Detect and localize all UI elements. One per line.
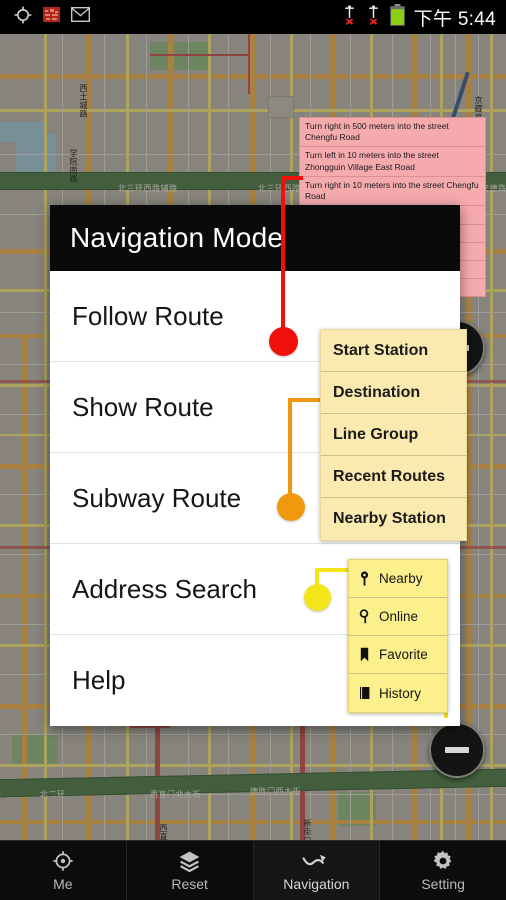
tab-setting[interactable]: Setting bbox=[380, 841, 506, 900]
tab-label: Navigation bbox=[283, 875, 350, 892]
crosshair-icon bbox=[52, 850, 74, 872]
gear-icon bbox=[432, 850, 454, 872]
tab-label: Reset bbox=[171, 875, 208, 892]
address-submenu-label: Favorite bbox=[379, 647, 428, 662]
tab-navigation[interactable]: Navigation bbox=[253, 841, 381, 900]
phone-screen: 西土城路学院南路北三环西路辅路北三环西路蓟门桥小西天京藏高速安德路德胜门外大街新… bbox=[0, 0, 506, 900]
minus-icon bbox=[445, 747, 469, 753]
address-submenu-item[interactable]: Favorite bbox=[349, 636, 447, 674]
subway-submenu-label: Line Group bbox=[333, 425, 419, 443]
subway-submenu-label: Nearby Station bbox=[333, 510, 446, 527]
address-search-submenu: Nearby Online Favorite History bbox=[348, 559, 448, 713]
dialog-option-label: Show Route bbox=[72, 391, 214, 422]
subway-submenu-label: Start Station bbox=[333, 341, 429, 359]
route-arrow-icon bbox=[302, 850, 330, 872]
dot-follow-route[interactable] bbox=[269, 327, 298, 356]
dialog-option-label: Subway Route bbox=[72, 482, 242, 513]
book-icon bbox=[358, 686, 371, 700]
subway-submenu-item[interactable]: Recent Routes bbox=[321, 456, 466, 498]
gmail-icon bbox=[70, 6, 91, 27]
tab-me[interactable]: Me bbox=[0, 841, 127, 900]
address-submenu-label: Nearby bbox=[379, 571, 423, 586]
subway-submenu-item[interactable]: Nearby Station bbox=[321, 498, 466, 540]
magnifier-icon bbox=[358, 609, 371, 624]
status-bar: 下午 5:44 bbox=[0, 0, 506, 34]
connector-line-follow-route-vertical bbox=[281, 176, 285, 344]
address-submenu-item[interactable]: History bbox=[349, 674, 447, 712]
status-clock: 下午 5:44 bbox=[413, 8, 496, 30]
subway-route-submenu: Start Station Destination Line Group Recent… bbox=[320, 329, 467, 541]
address-submenu-label: Online bbox=[379, 609, 419, 624]
address-submenu-label: History bbox=[379, 685, 422, 701]
subway-submenu-item[interactable]: Line Group bbox=[321, 414, 466, 456]
bottom-tab-bar: Me Reset Navigation Setting bbox=[0, 840, 506, 900]
tab-label: Me bbox=[53, 875, 73, 892]
gps-crosshair-icon bbox=[14, 6, 32, 29]
address-submenu-item[interactable]: Nearby bbox=[349, 560, 447, 598]
dialog-option-label: Follow Route bbox=[72, 300, 224, 331]
dialog-option-label: Address Search bbox=[72, 573, 257, 604]
dialog-option-label: Help bbox=[72, 665, 126, 695]
subway-submenu-item[interactable]: Start Station bbox=[321, 330, 466, 372]
subway-submenu-item[interactable]: Destination bbox=[321, 372, 466, 414]
signal-no-service-icon-2 bbox=[366, 4, 381, 30]
route-instruction-item[interactable]: Turn left in 10 meters into the street Z… bbox=[300, 147, 485, 177]
dialog-title: Navigation Mode bbox=[70, 222, 284, 253]
connector-line-follow-route-horizontal bbox=[281, 176, 303, 180]
tab-reset[interactable]: Reset bbox=[127, 841, 254, 900]
bookmark-icon bbox=[358, 647, 371, 662]
battery-icon bbox=[389, 3, 405, 31]
signal-no-service-icon-1 bbox=[342, 4, 357, 30]
subway-submenu-label: Destination bbox=[333, 383, 421, 401]
layers-icon bbox=[178, 850, 201, 872]
map-pin-icon bbox=[358, 571, 371, 586]
dot-address-search[interactable] bbox=[304, 584, 331, 611]
route-instruction-item[interactable]: Turn right in 10 meters into the street … bbox=[300, 177, 485, 207]
dialog-header: Navigation Mode bbox=[50, 205, 460, 271]
app-notification-icon bbox=[43, 6, 60, 28]
tab-label: Setting bbox=[421, 875, 465, 892]
subway-submenu-label: Recent Routes bbox=[333, 467, 446, 485]
connector-line-subway-horizontal bbox=[288, 398, 324, 402]
map-zoom-out-button[interactable] bbox=[429, 722, 485, 778]
route-instruction-item[interactable]: Turn right in 500 meters into the street… bbox=[300, 118, 485, 148]
address-submenu-item[interactable]: Online bbox=[349, 598, 447, 636]
dot-subway-route[interactable] bbox=[277, 493, 305, 521]
